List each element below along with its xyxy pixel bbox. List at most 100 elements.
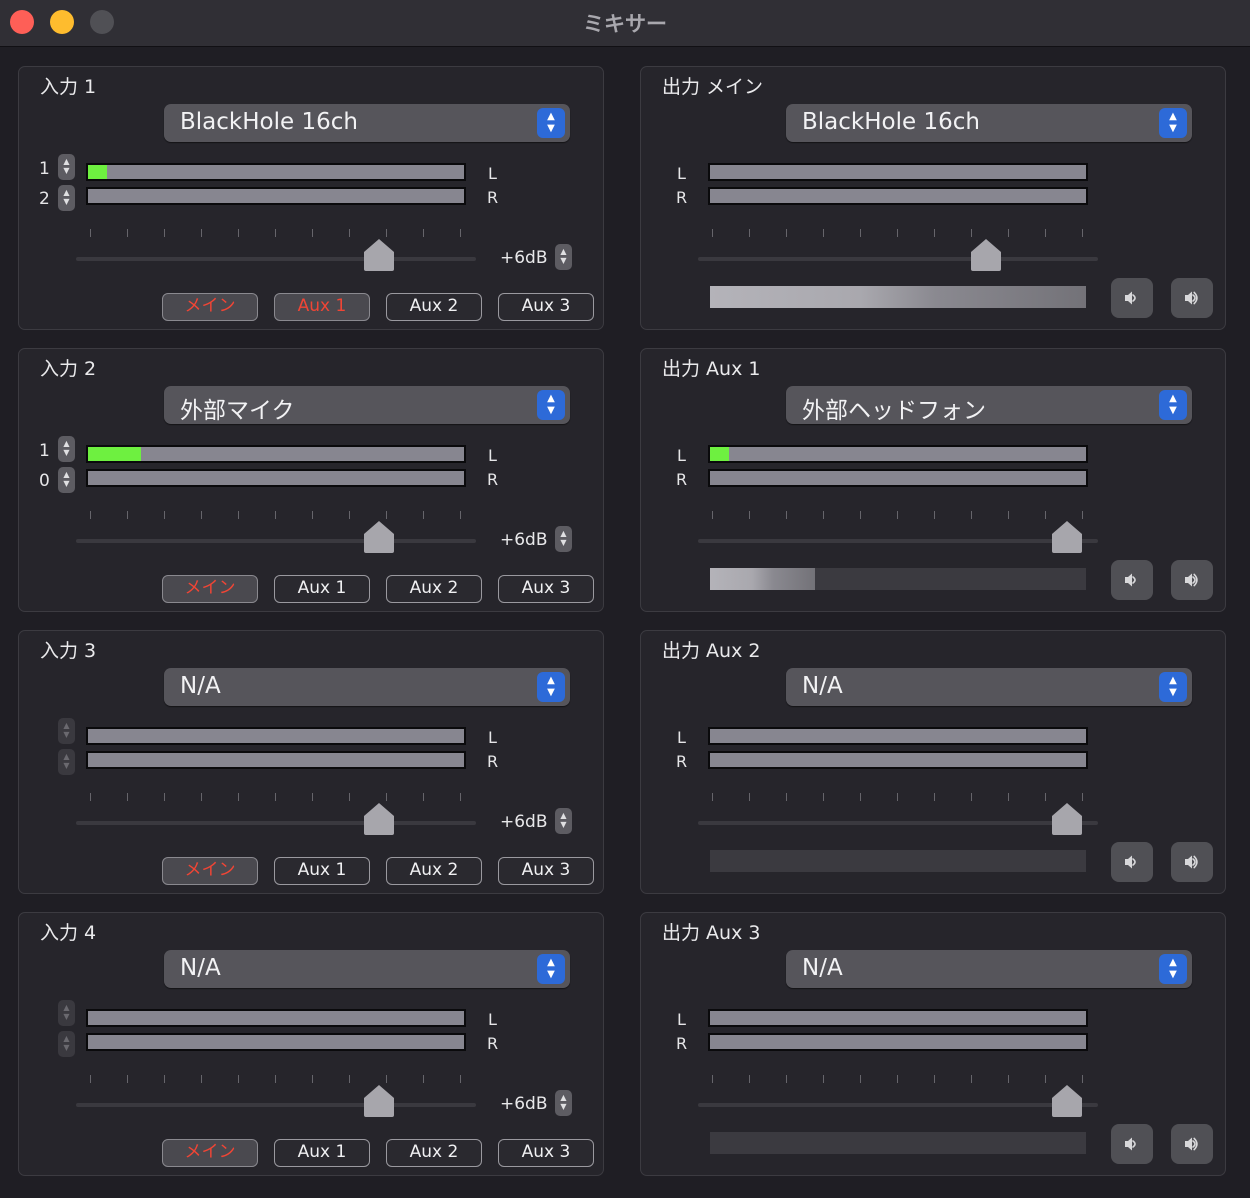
- fader-tick: [712, 511, 713, 519]
- level-meter-right: [86, 751, 466, 769]
- gain-stepper[interactable]: ▲ ▼: [555, 808, 572, 834]
- fader-track[interactable]: [76, 1103, 476, 1107]
- device-select[interactable]: 外部ヘッドフォン ▲ ▼: [786, 386, 1192, 424]
- route-button-aux-2[interactable]: Aux 2: [386, 1139, 482, 1167]
- updown-chevron-icon: ▲ ▼: [537, 108, 565, 138]
- channel-stepper[interactable]: ▲ ▼: [58, 1031, 75, 1057]
- fader-tick: [238, 229, 239, 237]
- gain-stepper[interactable]: ▲ ▼: [555, 244, 572, 270]
- right-channel-label: R: [487, 1034, 499, 1053]
- fader-track[interactable]: [698, 1103, 1098, 1107]
- fader-tick: [1082, 1075, 1083, 1083]
- route-button-メイン[interactable]: メイン: [162, 293, 258, 321]
- volume-down-button[interactable]: [1111, 842, 1153, 882]
- title-bar: ミキサー: [0, 0, 1250, 47]
- volume-up-button[interactable]: [1171, 1124, 1213, 1164]
- fader-knob[interactable]: [363, 802, 395, 836]
- device-select[interactable]: N/A ▲ ▼: [164, 950, 570, 988]
- gain-stepper[interactable]: ▲ ▼: [555, 1090, 572, 1116]
- output-level-fill: [710, 286, 1086, 308]
- device-select[interactable]: N/A ▲ ▼: [164, 668, 570, 706]
- fader-knob[interactable]: [363, 1084, 395, 1118]
- window-title: ミキサー: [583, 12, 667, 36]
- fader-tick: [423, 229, 424, 237]
- device-select[interactable]: N/A ▲ ▼: [786, 950, 1192, 988]
- fader-track[interactable]: [76, 821, 476, 825]
- fader-track[interactable]: [698, 257, 1098, 261]
- fader-tick: [1082, 229, 1083, 237]
- fader-tick: [238, 793, 239, 801]
- fader-tick: [90, 229, 91, 237]
- device-select-value: N/A: [802, 673, 843, 699]
- device-select[interactable]: N/A ▲ ▼: [786, 668, 1192, 706]
- output-level-bar: [710, 286, 1086, 308]
- channel-stepper[interactable]: ▲ ▼: [58, 749, 75, 775]
- fader-knob[interactable]: [1051, 802, 1083, 836]
- route-button-aux-1[interactable]: Aux 1: [274, 293, 370, 321]
- volume-up-button[interactable]: [1171, 278, 1213, 318]
- fader-tick: [90, 793, 91, 801]
- fader-tick: [460, 511, 461, 519]
- input-channel-2: 入力 2 外部マイク ▲ ▼ 1 ▲ ▼ 0 ▲ ▼ L R +6dB ▲ ▼ メイン Aux 1 Aux 2 Au…: [18, 348, 604, 612]
- input-channel-1: 入力 1 BlackHole 16ch ▲ ▼ 1 ▲ ▼ 2 ▲ ▼ L R +6dB ▲ ▼ メイン Aux…: [18, 66, 604, 330]
- fader-tick: [1045, 511, 1046, 519]
- level-meter-left: [86, 163, 466, 181]
- route-button-aux-3[interactable]: Aux 3: [498, 575, 594, 603]
- fader-tick: [1082, 511, 1083, 519]
- device-select[interactable]: 外部マイク ▲ ▼: [164, 386, 570, 424]
- input-channel-4: 入力 4 N/A ▲ ▼ ▲ ▼ ▲ ▼ L R +6dB ▲ ▼ メイン Aux 1 Aux 2 Aux 3: [18, 912, 604, 1176]
- route-button-aux-3[interactable]: Aux 3: [498, 1139, 594, 1167]
- fader-knob[interactable]: [363, 238, 395, 272]
- fader-knob[interactable]: [970, 238, 1002, 272]
- output-level-fill: [710, 568, 815, 590]
- route-button-aux-3[interactable]: Aux 3: [498, 293, 594, 321]
- fader-knob[interactable]: [1051, 1084, 1083, 1118]
- left-channel-label: L: [488, 1010, 497, 1029]
- channel-stepper[interactable]: ▲ ▼: [58, 718, 75, 744]
- channel-stepper[interactable]: ▲ ▼: [58, 436, 75, 462]
- route-button-aux-3[interactable]: Aux 3: [498, 857, 594, 885]
- volume-down-button[interactable]: [1111, 278, 1153, 318]
- fader-tick: [127, 1075, 128, 1083]
- route-button-aux-2[interactable]: Aux 2: [386, 857, 482, 885]
- input-channel-3: 入力 3 N/A ▲ ▼ ▲ ▼ ▲ ▼ L R +6dB ▲ ▼ メイン Aux 1 Aux 2 Aux 3: [18, 630, 604, 894]
- gain-stepper[interactable]: ▲ ▼: [555, 526, 572, 552]
- level-meter-right: [708, 469, 1088, 487]
- fader-tick: [386, 229, 387, 237]
- fader-track[interactable]: [698, 539, 1098, 543]
- route-button-メイン[interactable]: メイン: [162, 575, 258, 603]
- fader-track[interactable]: [76, 539, 476, 543]
- volume-down-button[interactable]: [1111, 560, 1153, 600]
- fader-tick: [934, 1075, 935, 1083]
- fader-track[interactable]: [76, 257, 476, 261]
- right-channel-label: R: [676, 1034, 688, 1053]
- fader-tick: [460, 793, 461, 801]
- fader-tick: [349, 1075, 350, 1083]
- device-select[interactable]: BlackHole 16ch ▲ ▼: [164, 104, 570, 142]
- fader-tick: [1082, 793, 1083, 801]
- route-button-aux-1[interactable]: Aux 1: [274, 857, 370, 885]
- meter-fill: [710, 447, 729, 461]
- route-button-aux-1[interactable]: Aux 1: [274, 575, 370, 603]
- fader-knob[interactable]: [1051, 520, 1083, 554]
- route-button-メイン[interactable]: メイン: [162, 1139, 258, 1167]
- level-meter-left: [86, 445, 466, 463]
- device-select[interactable]: BlackHole 16ch ▲ ▼: [786, 104, 1192, 142]
- route-button-aux-1[interactable]: Aux 1: [274, 1139, 370, 1167]
- channel-stepper[interactable]: ▲ ▼: [58, 467, 75, 493]
- fader-track[interactable]: [698, 821, 1098, 825]
- route-button-aux-2[interactable]: Aux 2: [386, 575, 482, 603]
- channel-stepper[interactable]: ▲ ▼: [58, 185, 75, 211]
- channel-stepper[interactable]: ▲ ▼: [58, 1000, 75, 1026]
- fader-tick: [823, 511, 824, 519]
- right-channel-label: R: [676, 188, 688, 207]
- volume-up-button[interactable]: [1171, 560, 1213, 600]
- volume-up-button[interactable]: [1171, 842, 1213, 882]
- fader-tick: [201, 1075, 202, 1083]
- channel-stepper[interactable]: ▲ ▼: [58, 154, 75, 180]
- route-button-aux-2[interactable]: Aux 2: [386, 293, 482, 321]
- fader-knob[interactable]: [363, 520, 395, 554]
- fader-tick: [201, 229, 202, 237]
- route-button-メイン[interactable]: メイン: [162, 857, 258, 885]
- volume-down-button[interactable]: [1111, 1124, 1153, 1164]
